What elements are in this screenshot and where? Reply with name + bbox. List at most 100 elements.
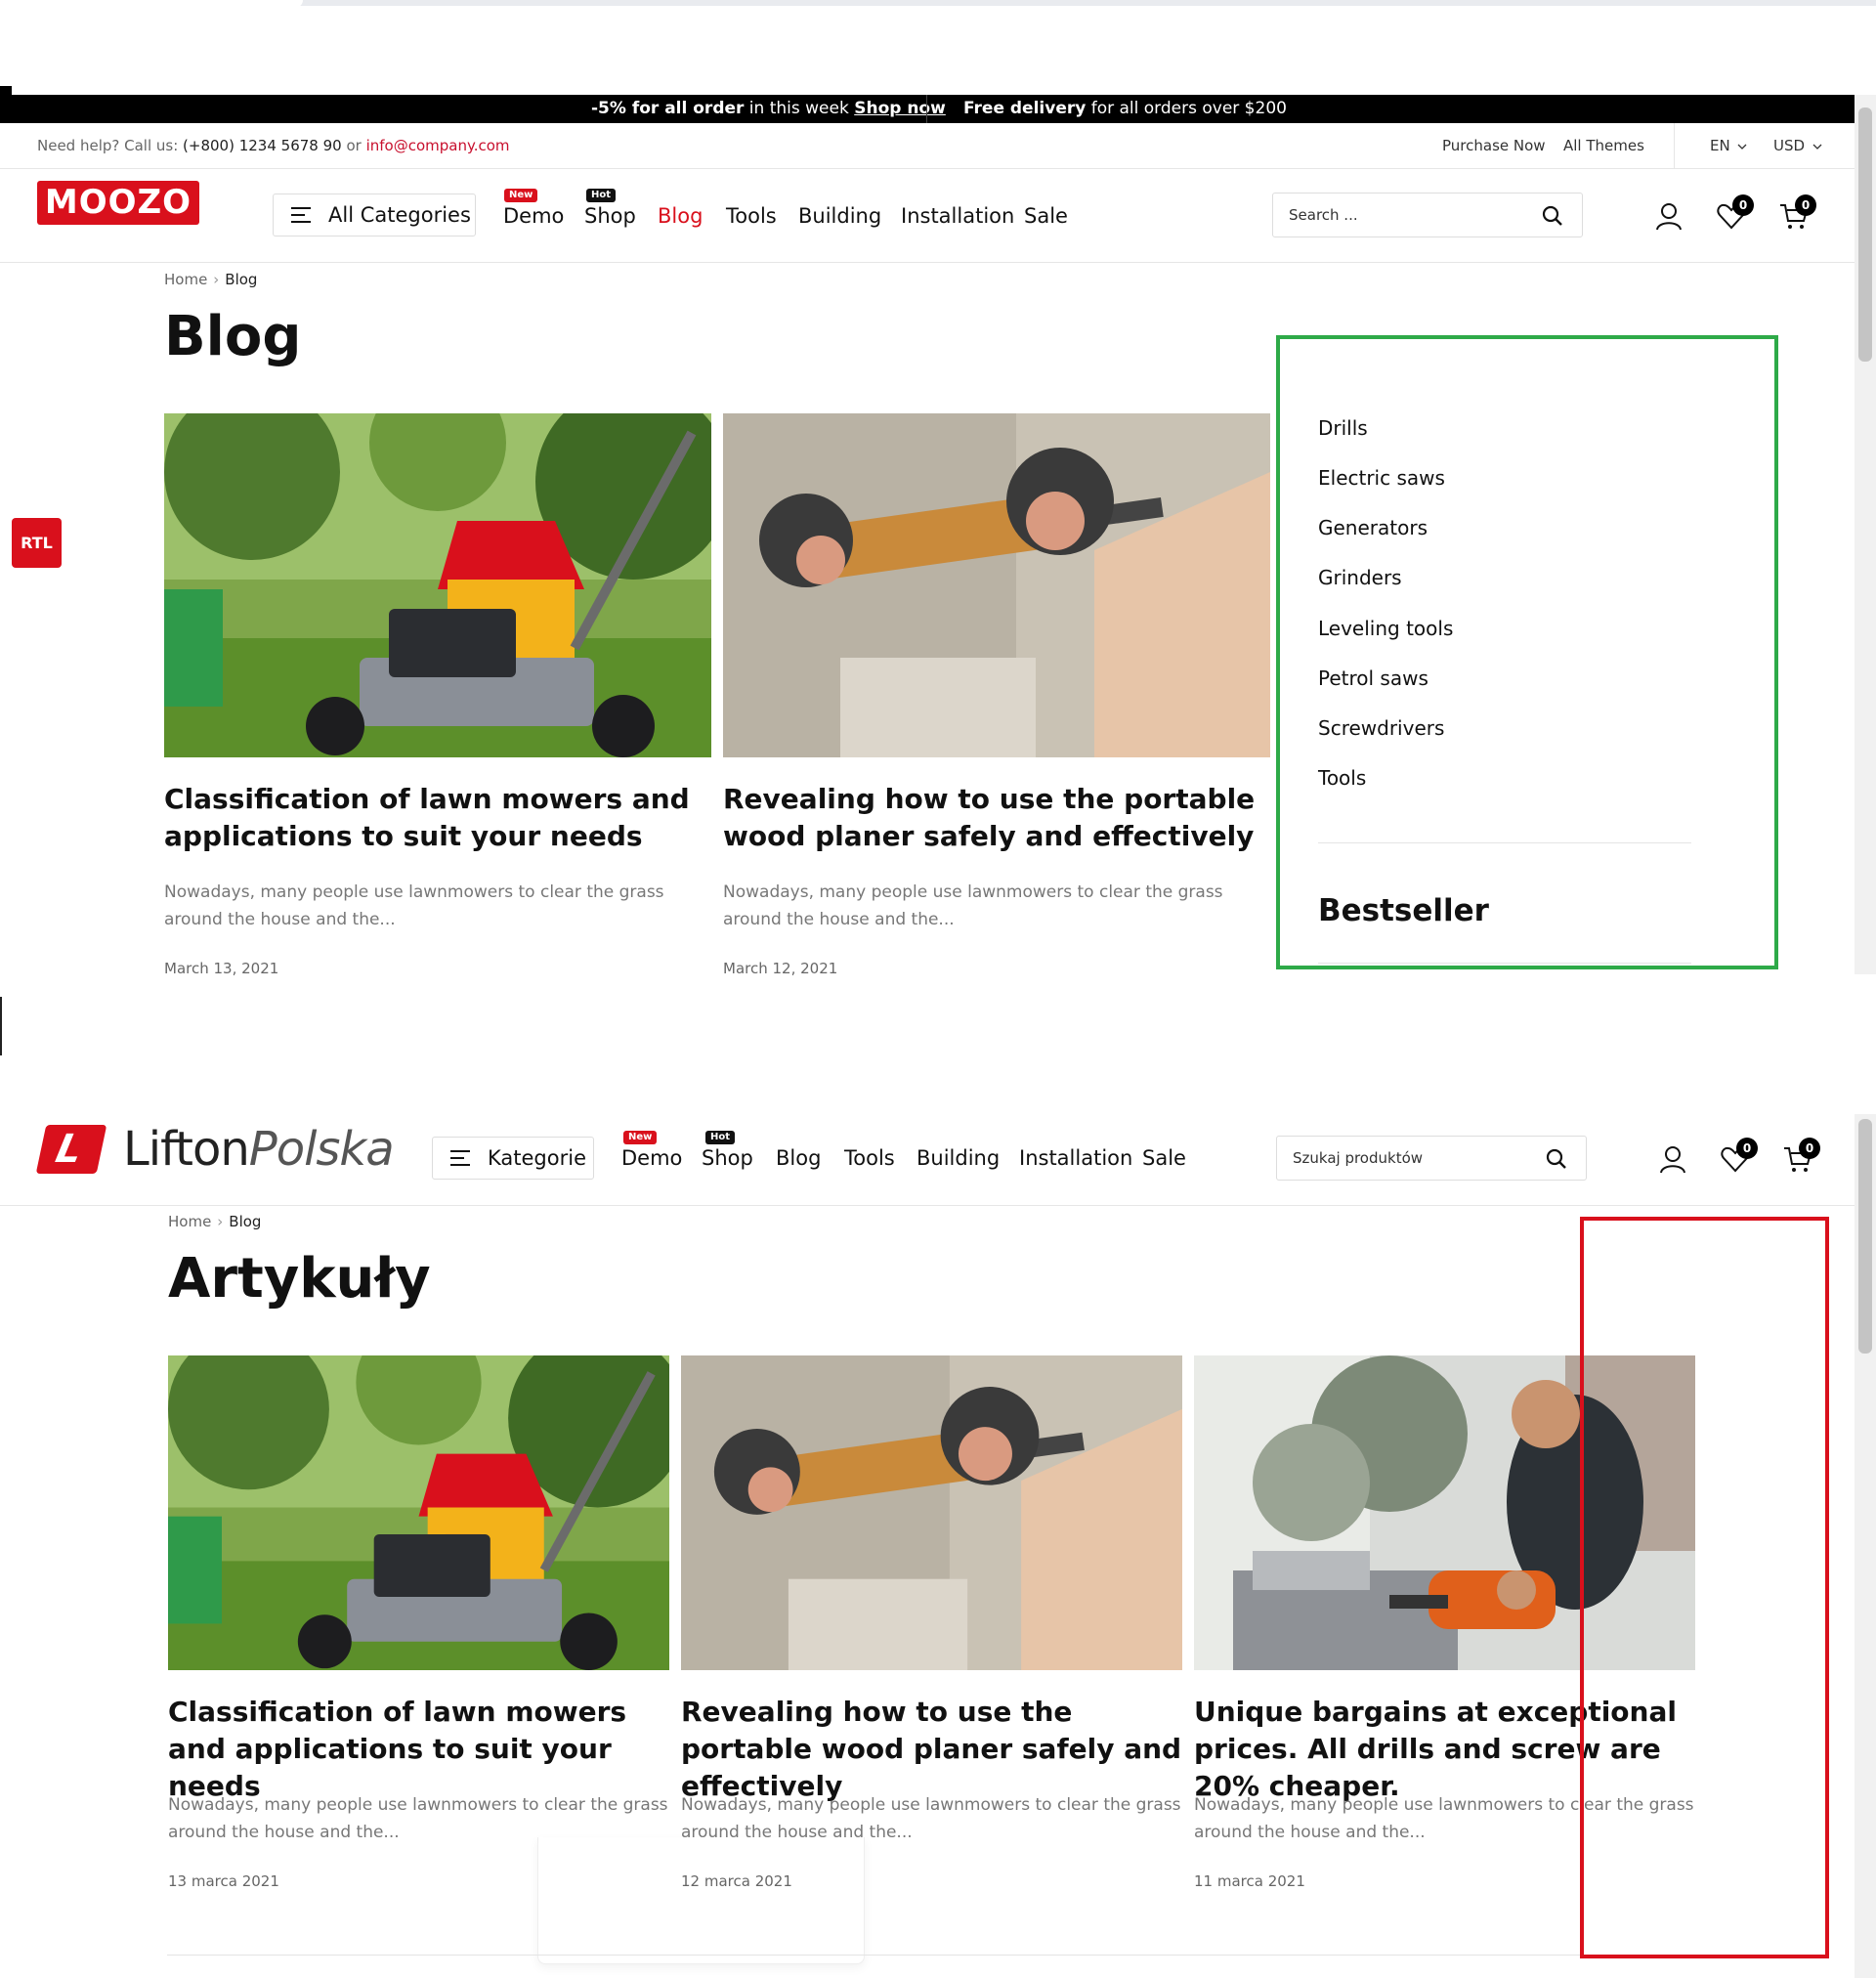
promo-divider	[926, 95, 927, 123]
nav-shop[interactable]: Shop	[584, 204, 636, 228]
red-highlight-box	[1580, 1217, 1829, 1958]
sidebar-category-generators[interactable]: Generators	[1318, 516, 1428, 539]
search-input[interactable]: Search ...	[1289, 206, 1358, 224]
breadcrumb-current: Blog	[225, 271, 258, 288]
breadcrumb: Home › Blog	[168, 1213, 261, 1230]
utility-bar: Need help? Call us: (+800) 1234 5678 90 …	[0, 123, 1855, 169]
promo-left: -5% for all order in this week Shop now	[591, 99, 946, 118]
ghost-card-outline	[537, 1837, 865, 1964]
post-date: 11 marca 2021	[1194, 1872, 1305, 1890]
currency-value: USD	[1773, 137, 1806, 154]
sidebar-category-electric-saws[interactable]: Electric saws	[1318, 466, 1445, 490]
post-image-lawn-mower[interactable]	[168, 1355, 669, 1670]
user-icon[interactable]	[1653, 200, 1684, 232]
nav-demo[interactable]: Demo	[621, 1146, 682, 1170]
wishlist-count: 0	[1732, 194, 1754, 216]
nav-sale[interactable]: Sale	[1142, 1146, 1186, 1170]
nav-demo[interactable]: Demo	[503, 204, 564, 228]
breadcrumb: Home › Blog	[164, 271, 257, 288]
nav-sale[interactable]: Sale	[1024, 204, 1068, 228]
breadcrumb-separator: ›	[213, 271, 220, 288]
lifton-logo-text: LiftonPolska	[123, 1122, 395, 1177]
help-label: Need help? Call us:	[37, 137, 184, 154]
language-value: EN	[1710, 137, 1730, 154]
post-title[interactable]: Classification of lawn mowers and applic…	[164, 781, 711, 855]
rtl-toggle-button[interactable]: RTL	[12, 518, 62, 568]
lifton-logo[interactable]: L LiftonPolska	[35, 1122, 395, 1177]
new-badge: New	[623, 1131, 658, 1144]
lifton-logo-mark: L	[35, 1125, 107, 1174]
moozo-logo[interactable]: MOOZO	[37, 181, 199, 225]
phone-link[interactable]: (+800) 1234 5678 90	[183, 137, 342, 154]
sidebar-category-screwdrivers[interactable]: Screwdrivers	[1318, 716, 1444, 740]
all-categories-label: All Categories	[328, 203, 471, 227]
sidebar-category-leveling-tools[interactable]: Leveling tools	[1318, 617, 1453, 640]
browser-tab	[0, 0, 303, 8]
nav-tools[interactable]: Tools	[844, 1146, 895, 1170]
cart-count: 0	[1795, 194, 1816, 216]
nav-blog[interactable]: Blog	[776, 1146, 821, 1170]
lawn-mower-image	[164, 413, 711, 757]
nav-building[interactable]: Building	[798, 204, 881, 228]
nav-installation[interactable]: Installation	[1019, 1146, 1132, 1170]
categories-button[interactable]: Kategorie	[432, 1137, 594, 1180]
nav-building[interactable]: Building	[917, 1146, 1000, 1170]
wood-planer-image	[723, 413, 1270, 757]
shop-now-link[interactable]: Shop now	[854, 99, 946, 118]
promo-delivery-text: for all orders over $200	[1086, 99, 1287, 118]
main-header-lifton: L LiftonPolska Kategorie New Demo Hot Sh…	[0, 1114, 1855, 1206]
sidebar-category-drills[interactable]: Drills	[1318, 416, 1368, 440]
screenshot-separator-mark	[0, 997, 2, 1055]
search-input[interactable]: Szukaj produktów	[1293, 1149, 1423, 1167]
post-date: 13 marca 2021	[168, 1872, 279, 1890]
sidebar-category-petrol-saws[interactable]: Petrol saws	[1318, 666, 1428, 690]
help-text: Need help? Call us: (+800) 1234 5678 90 …	[37, 137, 510, 154]
all-themes-link[interactable]: All Themes	[1563, 137, 1644, 154]
breadcrumb-separator: ›	[217, 1213, 224, 1230]
promo-right: Free delivery for all orders over $200	[963, 99, 1287, 118]
search-icon[interactable]	[1545, 1147, 1568, 1171]
post-title[interactable]: Revealing how to use the portable wood p…	[723, 781, 1270, 855]
sidebar-category-tools[interactable]: Tools	[1318, 766, 1366, 790]
search-box[interactable]: Szukaj produktów	[1276, 1136, 1587, 1181]
post-image-wood-planer[interactable]	[723, 413, 1270, 757]
post-image-lawn-mower[interactable]	[164, 413, 711, 757]
page-title: Blog	[164, 305, 302, 368]
promo-discount-text: in this week	[744, 99, 855, 118]
breadcrumb-home[interactable]: Home	[168, 1213, 211, 1230]
post-title[interactable]: Classification of lawn mowers and applic…	[168, 1694, 669, 1805]
hot-badge: Hot	[586, 189, 617, 202]
post-title[interactable]: Revealing how to use the portable wood p…	[681, 1694, 1182, 1805]
promo-delivery: Free delivery	[963, 99, 1087, 118]
all-categories-button[interactable]: All Categories	[273, 194, 476, 236]
breadcrumb-home[interactable]: Home	[164, 271, 207, 288]
post-image-wood-planer[interactable]	[681, 1355, 1182, 1670]
sidebar-category-grinders[interactable]: Grinders	[1318, 566, 1402, 589]
purchase-now-link[interactable]: Purchase Now	[1442, 137, 1546, 154]
new-badge: New	[504, 189, 538, 202]
sidebar-divider	[1318, 963, 1691, 964]
nav-tools[interactable]: Tools	[726, 204, 777, 228]
nav-blog[interactable]: Blog	[658, 204, 703, 228]
currency-select[interactable]: USD	[1773, 137, 1822, 154]
cart-count: 0	[1799, 1138, 1820, 1159]
nav-installation[interactable]: Installation	[901, 204, 1014, 228]
nav-shop[interactable]: Shop	[702, 1146, 753, 1170]
search-box[interactable]: Search ...	[1272, 193, 1583, 237]
search-icon[interactable]	[1541, 204, 1564, 228]
scrollbar-thumb[interactable]	[1858, 108, 1872, 362]
post-date: March 12, 2021	[723, 960, 838, 977]
email-link[interactable]: info@company.com	[366, 137, 510, 154]
promo-discount: -5% for all order	[591, 99, 745, 118]
hot-badge: Hot	[705, 1131, 736, 1144]
language-select[interactable]: EN	[1710, 137, 1747, 154]
lawn-mower-image	[168, 1355, 669, 1670]
user-icon[interactable]	[1657, 1143, 1688, 1175]
chevron-down-icon	[1812, 144, 1822, 150]
page-title: Artykuły	[168, 1247, 431, 1311]
categories-label: Kategorie	[488, 1146, 586, 1170]
post-date: March 13, 2021	[164, 960, 279, 977]
or-label: or	[341, 137, 366, 154]
scrollbar-thumb[interactable]	[1858, 1119, 1872, 1354]
post-excerpt: Nowadays, many people use lawnmowers to …	[723, 882, 1223, 929]
